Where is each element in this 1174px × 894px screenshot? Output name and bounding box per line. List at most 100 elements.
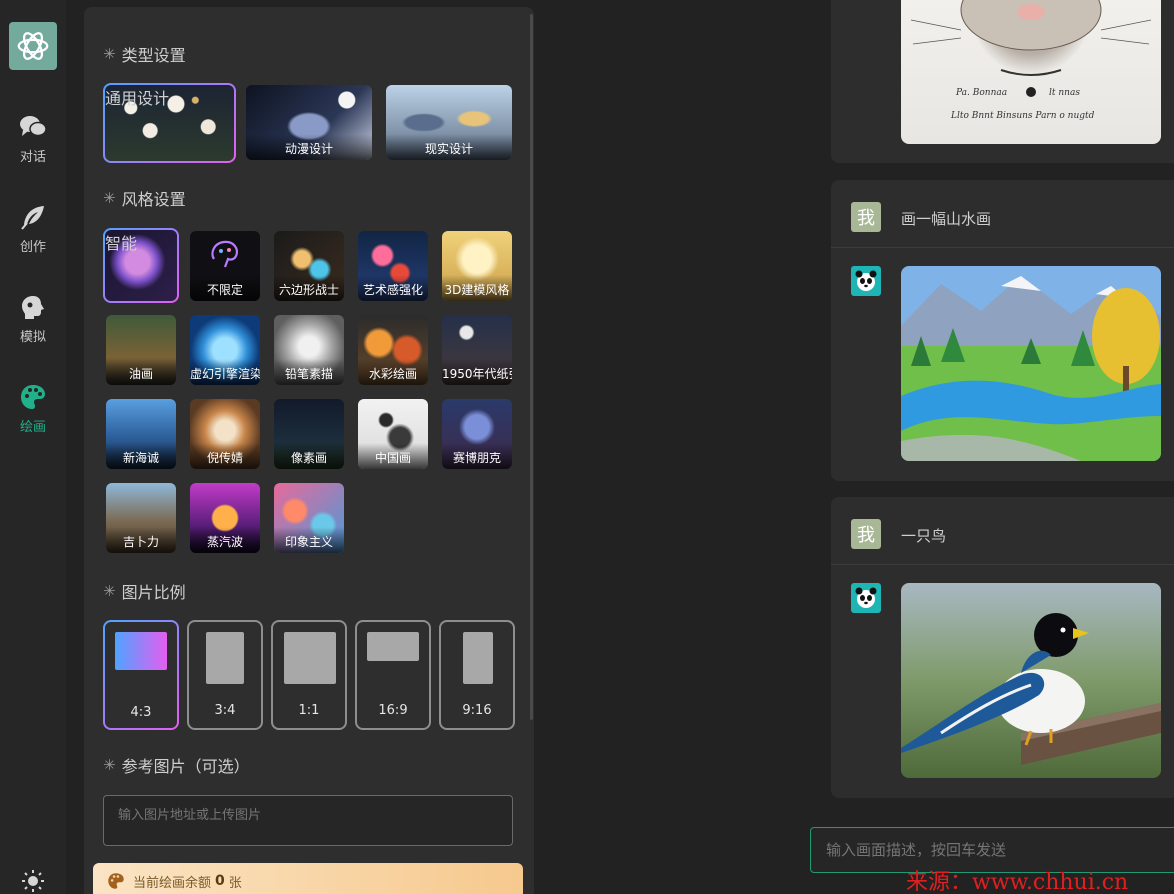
ratio-preview-shape xyxy=(367,632,419,661)
svg-text:lt nnas: lt nnas xyxy=(1049,88,1080,98)
asterisk-icon: ✳ xyxy=(103,189,116,207)
ratio-preview-shape xyxy=(463,632,493,684)
style-card-label: 像素画 xyxy=(274,443,344,469)
style-card-ni-chuanjing[interactable]: 倪传婧 xyxy=(190,399,260,469)
left-nav: 对话 创作 模拟 绘画 xyxy=(0,0,66,894)
panda-avatar-icon xyxy=(851,583,881,613)
style-card-label: 铅笔素描 xyxy=(274,359,344,385)
nav-item-simulate[interactable]: 模拟 xyxy=(0,292,66,362)
ratio-label: 1:1 xyxy=(298,703,320,718)
style-card-unlimited[interactable]: 不限定 xyxy=(190,231,260,301)
style-card-label: 艺术感强化 xyxy=(358,275,428,301)
nav-label-chat: 对话 xyxy=(19,150,46,165)
quota-prefix: 当前绘画余额 xyxy=(133,875,212,891)
ratio-preview-shape xyxy=(206,632,244,684)
type-card-realistic[interactable]: 现实设计 xyxy=(386,85,512,160)
style-card-label: 倪传婧 xyxy=(190,443,260,469)
type-card-label: 现实设计 xyxy=(386,134,512,160)
brain-chip-icon xyxy=(211,240,238,268)
style-card-pixel-art[interactable]: 像素画 xyxy=(274,399,344,469)
ratio-preview-shape xyxy=(115,632,167,670)
style-card-label: 吉卜力 xyxy=(106,527,176,553)
style-card-label: 智能 xyxy=(105,234,138,253)
style-card-vaporwave[interactable]: 蒸汽波 xyxy=(190,483,260,553)
style-card-label: 3D建模风格 xyxy=(442,275,512,301)
style-card-art-enhance[interactable]: 艺术感强化 xyxy=(358,231,428,301)
panel-scrollbar[interactable] xyxy=(530,14,533,720)
style-card-label: 1950年代纸张 xyxy=(442,359,512,385)
style-card-cyberpunk[interactable]: 赛博朋克 xyxy=(442,399,512,469)
nav-label-create: 创作 xyxy=(19,240,46,255)
quota-unit: 张 xyxy=(228,875,242,891)
style-card-label: 蒸汽波 xyxy=(190,527,260,553)
type-card-label: 动漫设计 xyxy=(246,134,372,160)
chat-bubbles-icon xyxy=(18,112,48,142)
section-title-ratio: ✳ 图片比例 xyxy=(103,582,186,602)
nav-label-simulate: 模拟 xyxy=(19,330,46,345)
generated-image-bird[interactable] xyxy=(901,583,1161,778)
ratio-option-3-4[interactable]: 3:4 xyxy=(187,620,263,730)
ratio-option-1-1[interactable]: 1:1 xyxy=(271,620,347,730)
section-title-style: ✳ 风格设置 xyxy=(103,189,186,209)
style-card-oil-painting[interactable]: 油画 xyxy=(106,315,176,385)
asterisk-icon: ✳ xyxy=(103,582,116,600)
feather-icon xyxy=(18,202,48,232)
app-logo[interactable] xyxy=(9,22,57,70)
svg-text:Llto Bnnt Binsuns Parn o nugtd: Llto Bnnt Binsuns Parn o nugtd xyxy=(950,111,1095,121)
user-message-text: 画一幅山水画 xyxy=(901,210,992,228)
type-card-general[interactable]: 通用设计 xyxy=(103,83,236,163)
ratio-label: 9:16 xyxy=(462,703,492,718)
style-card-1950s-paper[interactable]: 1950年代纸张 xyxy=(442,315,512,385)
style-card-label: 不限定 xyxy=(190,275,260,301)
style-card-watercolor[interactable]: 水彩绘画 xyxy=(358,315,428,385)
asterisk-icon: ✳ xyxy=(103,45,116,63)
style-card-label: 赛博朋克 xyxy=(442,443,512,469)
style-card-chinese-painting[interactable]: 中国画 xyxy=(358,399,428,469)
nav-item-create[interactable]: 创作 xyxy=(0,202,66,272)
style-card-label: 油画 xyxy=(106,359,176,385)
generated-image-landscape[interactable] xyxy=(901,266,1161,461)
panda-avatar-icon xyxy=(851,266,881,296)
type-card-label: 通用设计 xyxy=(105,89,170,108)
theme-toggle-sun-icon[interactable] xyxy=(21,869,45,893)
user-avatar: 我 xyxy=(851,202,881,232)
chat-message-bot-cat: Pa. Bonnaa lt nnas Llto Bnnt Binsuns Par… xyxy=(831,0,1174,163)
ratio-label: 16:9 xyxy=(378,703,408,718)
nav-item-chat[interactable]: 对话 xyxy=(0,112,66,182)
style-card-pencil-sketch[interactable]: 铅笔素描 xyxy=(274,315,344,385)
generated-image-cat[interactable]: Pa. Bonnaa lt nnas Llto Bnnt Binsuns Par… xyxy=(901,0,1161,144)
user-message-text: 一只鸟 xyxy=(901,527,947,545)
openai-logo-icon xyxy=(17,32,49,60)
style-card-label: 新海诚 xyxy=(106,443,176,469)
user-avatar: 我 xyxy=(851,519,881,549)
style-card-ghibli[interactable]: 吉卜力 xyxy=(106,483,176,553)
type-card-anime[interactable]: 动漫设计 xyxy=(246,85,372,160)
chat-message-landscape: 我 画一幅山水画 xyxy=(831,180,1174,481)
ratio-preview-shape xyxy=(284,632,336,684)
quota-banner: 当前绘画余额 0 张 xyxy=(93,863,523,894)
ratio-label: 4:3 xyxy=(130,705,152,720)
svg-text:Pa. Bonnaa: Pa. Bonnaa xyxy=(955,88,1007,98)
style-card-impressionism[interactable]: 印象主义 xyxy=(274,483,344,553)
chat-message-bird: 我 一只鸟 xyxy=(831,497,1174,798)
style-card-label: 印象主义 xyxy=(274,527,344,553)
style-card-unreal-engine[interactable]: 虚幻引擎渲染 xyxy=(190,315,260,385)
style-card-label: 中国画 xyxy=(358,443,428,469)
quota-count: 0 xyxy=(215,873,225,889)
section-title-reference: ✳ 参考图片（可选） xyxy=(103,756,250,776)
nav-label-draw: 绘画 xyxy=(19,420,46,435)
bird-photo xyxy=(901,583,1161,778)
palette-icon xyxy=(108,873,124,889)
reference-image-input[interactable] xyxy=(103,795,513,846)
style-card-smart[interactable]: 智能 xyxy=(103,228,179,303)
style-card-hexagon-warrior[interactable]: 六边形战士 xyxy=(274,231,344,301)
watermark-text: 来源：www.chhui.cn xyxy=(906,870,1129,894)
style-card-3d-model[interactable]: 3D建模风格 xyxy=(442,231,512,301)
ratio-option-4-3[interactable]: 4:3 xyxy=(103,620,179,730)
palette-icon xyxy=(18,382,48,412)
ratio-option-16-9[interactable]: 16:9 xyxy=(355,620,431,730)
style-card-makoto-shinkai[interactable]: 新海诚 xyxy=(106,399,176,469)
ratio-option-9-16[interactable]: 9:16 xyxy=(439,620,515,730)
style-card-label: 水彩绘画 xyxy=(358,359,428,385)
nav-item-draw[interactable]: 绘画 xyxy=(0,382,66,452)
